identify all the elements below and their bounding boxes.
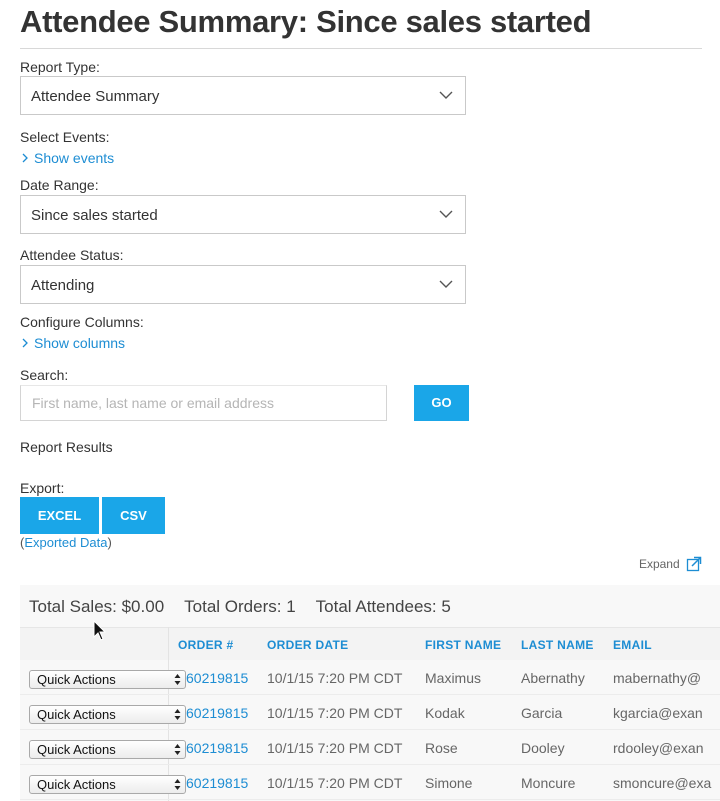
quick-actions-select[interactable]: Quick Actions: [29, 775, 186, 794]
attendee-status-label: Attendee Status:: [20, 247, 124, 263]
expand-text: Expand: [638, 557, 680, 571]
select-arrows-icon: [174, 744, 181, 755]
total-orders: Total Orders: 1: [184, 597, 296, 616]
results-panel: Total Sales: $0.00 Total Orders: 1 Total A…: [20, 585, 720, 801]
column-header-last-name[interactable]: LAST NAME: [521, 638, 594, 652]
page-title: Attendee Summary: Since sales started: [20, 4, 592, 39]
order-number-link[interactable]: 60219815: [186, 670, 248, 686]
column-header-first-name[interactable]: FIRST NAME: [425, 638, 501, 652]
last-name-cell: Abernathy: [521, 670, 585, 686]
totals-bar: Total Sales: $0.00 Total Orders: 1 Total A…: [29, 597, 471, 617]
email-cell: kgarcia@exan: [613, 705, 703, 721]
table-row: Quick Actions 60219815 10/1/15 7:20 PM C…: [20, 660, 720, 695]
table-row: Quick Actions 60219815 10/1/15 7:20 PM C…: [20, 765, 720, 800]
attendee-status-select[interactable]: Attending: [20, 265, 466, 304]
show-events-link[interactable]: Show events: [20, 150, 114, 166]
select-arrows-icon: [174, 779, 181, 790]
select-events-label: Select Events:: [20, 129, 110, 145]
mouse-pointer-icon: [93, 620, 107, 641]
order-date-cell: 10/1/15 7:20 PM CDT: [267, 740, 403, 756]
first-name-cell: Maximus: [425, 670, 482, 686]
order-number-link[interactable]: 60219815: [186, 740, 248, 756]
chevron-down-icon: [439, 280, 453, 288]
search-field-wrapper: [20, 385, 387, 421]
title-divider: [20, 48, 702, 49]
column-header-order[interactable]: ORDER #: [178, 638, 233, 652]
table-header: ORDER # ORDER DATE FIRST NAME LAST NAME …: [20, 627, 720, 660]
chevron-down-icon: [439, 210, 453, 218]
exported-data-note: (Exported Data): [20, 535, 112, 550]
report-results-heading: Report Results: [20, 439, 113, 455]
last-name-cell: Moncure: [521, 775, 576, 791]
last-name-cell: Garcia: [521, 705, 563, 721]
first-name-cell: Kodak: [425, 705, 465, 721]
quick-actions-label: Quick Actions: [37, 777, 116, 792]
expand-icon: [686, 556, 702, 572]
export-csv-button[interactable]: CSV: [102, 497, 165, 534]
column-header-email[interactable]: EMAIL: [613, 638, 652, 652]
date-range-select[interactable]: Since sales started: [20, 195, 466, 234]
configure-columns-label: Configure Columns:: [20, 314, 144, 330]
first-name-cell: Simone: [425, 775, 473, 791]
table-row: Quick Actions 60219815 10/1/15 7:20 PM C…: [20, 695, 720, 730]
last-name-cell: Dooley: [521, 740, 565, 756]
chevron-down-icon: [439, 91, 453, 99]
go-button[interactable]: GO: [414, 385, 469, 421]
order-date-cell: 10/1/15 7:20 PM CDT: [267, 705, 403, 721]
quick-actions-label: Quick Actions: [37, 742, 116, 757]
show-events-text: Show events: [34, 150, 115, 166]
report-type-select[interactable]: Attendee Summary: [20, 76, 466, 115]
total-attendees: Total Attendees: 5: [315, 597, 451, 616]
chevron-right-icon: [22, 338, 28, 348]
email-cell: smoncure@exa: [613, 775, 712, 791]
order-date-cell: 10/1/15 7:20 PM CDT: [267, 775, 403, 791]
quick-actions-select[interactable]: Quick Actions: [29, 670, 186, 689]
order-number-link[interactable]: 60219815: [186, 705, 248, 721]
select-arrows-icon: [174, 709, 181, 720]
show-columns-text: Show columns: [34, 335, 126, 351]
table-row: Quick Actions 60219815 10/1/15 7:20 PM C…: [20, 730, 720, 765]
date-range-label: Date Range:: [20, 177, 99, 193]
column-header-order-date[interactable]: ORDER DATE: [267, 638, 348, 652]
email-cell: rdooley@exan: [613, 740, 704, 756]
search-input[interactable]: [21, 386, 386, 420]
report-type-label: Report Type:: [20, 59, 100, 75]
quick-actions-select[interactable]: Quick Actions: [29, 705, 186, 724]
total-sales: Total Sales: $0.00: [29, 597, 165, 616]
export-label: Export:: [20, 480, 65, 496]
show-columns-link[interactable]: Show columns: [20, 335, 125, 351]
search-label: Search:: [20, 367, 69, 383]
select-arrows-icon: [174, 674, 181, 685]
chevron-right-icon: [22, 153, 28, 163]
quick-actions-label: Quick Actions: [37, 672, 116, 687]
email-cell: mabernathy@: [613, 670, 702, 686]
quick-actions-label: Quick Actions: [37, 707, 116, 722]
expand-link[interactable]: Expand: [639, 556, 702, 572]
exported-data-link[interactable]: Exported Data: [24, 535, 107, 550]
export-excel-button[interactable]: EXCEL: [20, 497, 99, 534]
attendee-status-value: Attending: [31, 277, 95, 294]
report-type-value: Attendee Summary: [31, 88, 160, 105]
quick-actions-select[interactable]: Quick Actions: [29, 740, 186, 759]
date-range-value: Since sales started: [31, 207, 158, 224]
order-number-link[interactable]: 60219815: [186, 775, 248, 791]
first-name-cell: Rose: [425, 740, 458, 756]
order-date-cell: 10/1/15 7:20 PM CDT: [267, 670, 403, 686]
exported-close-paren: ): [107, 535, 112, 550]
